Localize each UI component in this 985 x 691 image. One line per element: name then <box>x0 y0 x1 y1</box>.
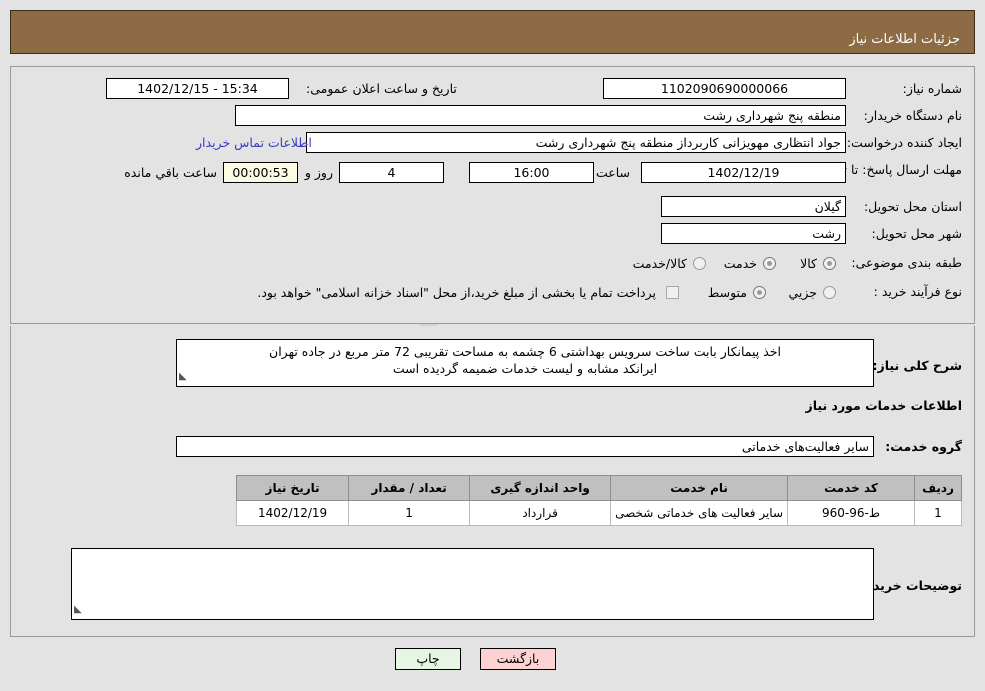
description-label: شرح کلی نیاز: <box>872 358 962 373</box>
need-details-panel: شرح کلی نیاز: اخذ پیمانکار بابت ساخت سرو… <box>10 326 975 637</box>
category-radio-kala-khedmat[interactable] <box>693 257 706 270</box>
description-line-2: ایرانکد مشابه و لیست خدمات ضمیمه گردیده … <box>392 361 658 376</box>
process-label: نوع فرآیند خرید : <box>873 284 962 299</box>
col-header-service-name: نام خدمت <box>610 475 788 501</box>
process-radio-motevaset[interactable] <box>753 286 766 299</box>
category-label-khedmat: خدمت <box>723 256 757 271</box>
deadline-hour-label: ساعت <box>595 165 630 180</box>
description-textarea[interactable]: اخذ پیمانکار بابت ساخت سرویس بهداشتی 6 چ… <box>176 339 874 387</box>
services-section-title: اطلاعات خدمات مورد نیاز <box>805 398 963 413</box>
announce-datetime-value: 15:34 - 1402/12/15 <box>106 78 289 99</box>
services-table: ردیف کد خدمت نام خدمت واحد اندازه گیری ت… <box>236 475 962 526</box>
requester-value: جواد انتظاری مهویزانی کاربرداز منطقه پنج… <box>306 132 846 153</box>
remaining-days-suffix: روز و <box>304 165 333 180</box>
category-label: طبقه بندی موضوعی: <box>851 255 962 270</box>
process-label-jozii: جزیي <box>788 285 817 300</box>
process-radio-jozii[interactable] <box>823 286 836 299</box>
city-label: شهر محل تحویل: <box>871 226 962 241</box>
deadline-label: مهلت ارسال پاسخ: تا تاریخ: <box>817 162 962 177</box>
city-value: رشت <box>661 223 846 244</box>
treasury-note: پرداخت تمام یا بخشی از مبلغ خرید،از محل … <box>257 285 656 300</box>
description-line-1: اخذ پیمانکار بابت ساخت سرویس بهداشتی 6 چ… <box>269 344 781 359</box>
table-header-row: ردیف کد خدمت نام خدمت واحد اندازه گیری ت… <box>236 475 962 501</box>
col-header-need-date: تاریخ نیاز <box>236 475 350 501</box>
col-header-service-code: کد خدمت <box>787 475 915 501</box>
treasury-checkbox[interactable] <box>666 286 679 299</box>
province-value: گیلان <box>661 196 846 217</box>
buyer-contact-link[interactable]: اطلاعات تماس خریدار <box>196 135 312 150</box>
col-header-row-no: ردیف <box>914 475 962 501</box>
buyer-org-label: نام دستگاه خریدار: <box>863 108 962 123</box>
buyer-notes-resize-grip-icon[interactable]: ◢ <box>74 601 82 618</box>
deadline-date-value: 1402/12/19 <box>641 162 846 183</box>
col-header-quantity: تعداد / مقدار <box>348 475 471 501</box>
deadline-hour-value: 16:00 <box>469 162 594 183</box>
resize-grip-icon[interactable]: ◢ <box>179 368 187 385</box>
cell-row-no: 1 <box>914 500 962 526</box>
cell-service-name: سایر فعالیت های خدماتی شخصی <box>610 500 788 526</box>
category-radio-khedmat[interactable] <box>763 257 776 270</box>
col-header-unit: واحد اندازه گیری <box>469 475 612 501</box>
print-button[interactable]: چاپ <box>395 648 461 670</box>
remaining-suffix-label: ساعت باقي مانده <box>124 165 217 180</box>
page-header: جزئیات اطلاعات نیاز <box>10 10 975 54</box>
cell-service-code: ط-96-960 <box>787 500 915 526</box>
back-button[interactable]: بازگشت <box>480 648 556 670</box>
service-group-value: سایر فعالیت‌های خدماتی <box>176 436 874 457</box>
buyer-notes-textarea[interactable]: ◢ <box>71 548 874 620</box>
cell-quantity: 1 <box>348 500 471 526</box>
category-radio-kala[interactable] <box>823 257 836 270</box>
service-group-label: گروه خدمت: <box>885 439 962 454</box>
remaining-timer: 00:00:53 <box>223 162 298 183</box>
table-row: 1 ط-96-960 سایر فعالیت های خدماتی شخصی ق… <box>236 500 962 526</box>
announce-datetime-label: تاریخ و ساعت اعلان عمومی: <box>306 81 457 96</box>
need-number-label: شماره نیاز: <box>902 81 962 96</box>
requester-label: ایجاد کننده درخواست: <box>846 135 962 150</box>
cell-need-date: 1402/12/19 <box>236 500 350 526</box>
page-title: جزئیات اطلاعات نیاز <box>849 32 960 47</box>
remaining-days-value: 4 <box>339 162 444 183</box>
buyer-org-value: منطقه پنج شهرداری رشت <box>235 105 846 126</box>
category-label-kala-khedmat: کالا/خدمت <box>632 256 687 271</box>
need-summary-panel: شماره نیاز: 1102090690000066 تاریخ و ساع… <box>10 66 975 324</box>
process-label-motevaset: متوسط <box>707 285 747 300</box>
province-label: استان محل تحویل: <box>863 199 962 214</box>
cell-unit: قرارداد <box>469 500 612 526</box>
need-number-value: 1102090690000066 <box>603 78 846 99</box>
category-label-kala: کالا <box>800 256 817 271</box>
